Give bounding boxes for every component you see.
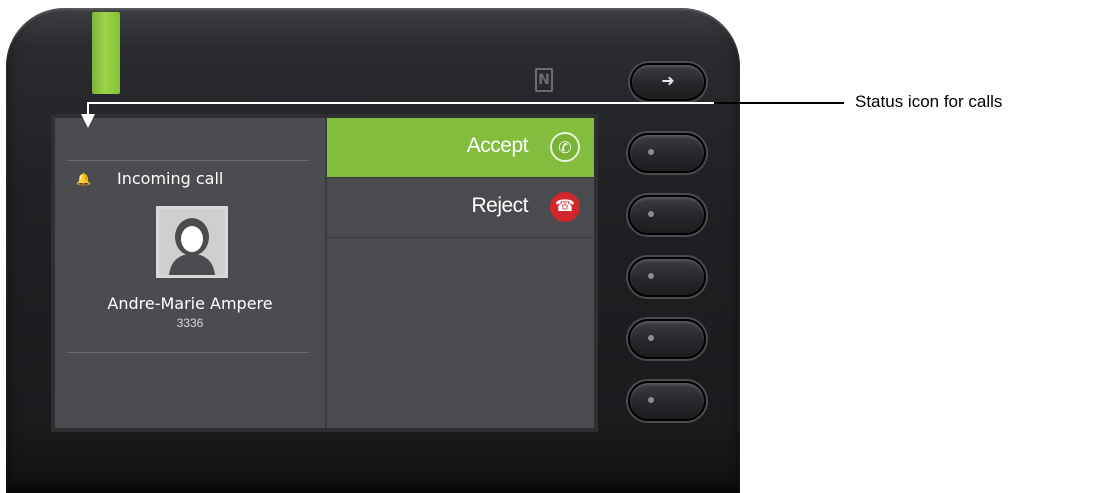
annotation-callout-line: [714, 102, 844, 104]
call-status-text: Incoming call: [117, 169, 224, 188]
action-menu: Accept ✆ Reject ☎: [327, 118, 594, 428]
phone-reject-icon: ☎: [550, 192, 580, 222]
annotation-arrow-icon: [81, 114, 95, 128]
caller-avatar: [156, 206, 228, 278]
person-avatar-icon: [159, 209, 225, 275]
softkey-dot: [648, 273, 654, 279]
status-led: [92, 12, 120, 94]
softkey-dot: [648, 211, 654, 217]
phone-display: 🔔 Incoming call Andre-Marie Ampere 3336 …: [51, 114, 598, 432]
softkey-5[interactable]: [628, 381, 706, 421]
leave-button[interactable]: ➜: [630, 63, 706, 101]
menu-item-reject[interactable]: Reject ☎: [327, 178, 594, 238]
softkey-3[interactable]: [628, 257, 706, 297]
softkey-dot: [648, 397, 654, 403]
softkey-dot: [648, 149, 654, 155]
menu-item-accept[interactable]: Accept ✆: [327, 118, 594, 178]
divider: [67, 352, 309, 353]
phone-accept-icon: ✆: [550, 132, 580, 162]
caller-number: 3336: [176, 316, 204, 330]
accept-label: Accept: [466, 134, 529, 157]
annotation-pointer-line: [87, 102, 714, 104]
softkey-1[interactable]: [628, 133, 706, 173]
annotation-label: Status icon for calls: [855, 92, 1003, 111]
call-info-pane: 🔔 Incoming call Andre-Marie Ampere 3336: [55, 118, 327, 428]
softkey-dot: [648, 335, 654, 341]
device-bottom-shade: [6, 423, 740, 493]
nfc-icon: N: [535, 68, 553, 92]
bell-icon: 🔔: [76, 172, 91, 186]
reject-label: Reject: [471, 194, 528, 217]
divider: [67, 160, 309, 161]
softkey-4[interactable]: [628, 319, 706, 359]
softkey-2[interactable]: [628, 195, 706, 235]
leave-arrow-icon: ➜: [661, 71, 675, 90]
caller-name: Andre-Marie Ampere: [107, 294, 273, 313]
